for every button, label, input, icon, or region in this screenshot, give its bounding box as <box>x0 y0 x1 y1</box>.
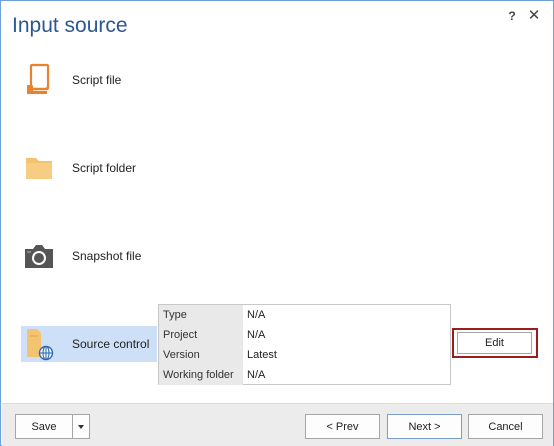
details-value: N/A <box>247 369 266 381</box>
dialog-title: Input source <box>12 14 128 37</box>
input-source-dialog: Input source ? ✕ Script file Script fold… <box>0 0 554 446</box>
cancel-button[interactable]: Cancel <box>468 414 543 439</box>
details-value: N/A <box>247 329 266 341</box>
source-option-script-file[interactable]: Script file <box>21 62 157 98</box>
folder-icon <box>21 150 57 186</box>
dialog-footer: Save < Prev Next > Cancel <box>2 403 553 446</box>
details-value: Latest <box>247 349 277 361</box>
details-value: N/A <box>247 309 266 321</box>
source-option-snapshot-file[interactable]: Snapshot file <box>21 238 157 274</box>
close-button[interactable]: ✕ <box>527 6 541 24</box>
camera-icon <box>21 238 57 274</box>
details-key: Working folder <box>159 365 243 385</box>
source-label-source-control: Source control <box>72 337 150 351</box>
details-row-working-folder: Working folder N/A <box>159 365 450 385</box>
source-control-icon <box>21 326 57 362</box>
details-row-type: Type N/A <box>159 305 450 325</box>
chevron-down-icon <box>78 424 84 429</box>
details-row-version: Version Latest <box>159 345 450 365</box>
details-row-project: Project N/A <box>159 325 450 345</box>
save-dropdown-button[interactable] <box>72 414 90 439</box>
source-control-details: Type N/A Project N/A Version Latest Work… <box>158 304 451 385</box>
details-key: Type <box>159 305 243 325</box>
edit-button[interactable]: Edit <box>457 332 532 354</box>
prev-button[interactable]: < Prev <box>305 414 380 439</box>
help-button[interactable]: ? <box>505 9 519 23</box>
next-button[interactable]: Next > <box>387 414 462 439</box>
source-label-snapshot-file: Snapshot file <box>72 249 142 263</box>
details-key: Version <box>159 345 243 365</box>
source-label-script-folder: Script folder <box>72 161 137 175</box>
script-file-icon <box>21 62 57 98</box>
source-option-script-folder[interactable]: Script folder <box>21 150 157 186</box>
source-option-source-control[interactable]: Source control <box>21 326 157 362</box>
details-key: Project <box>159 325 243 345</box>
source-label-script-file: Script file <box>72 73 122 87</box>
save-button[interactable]: Save <box>15 414 73 439</box>
